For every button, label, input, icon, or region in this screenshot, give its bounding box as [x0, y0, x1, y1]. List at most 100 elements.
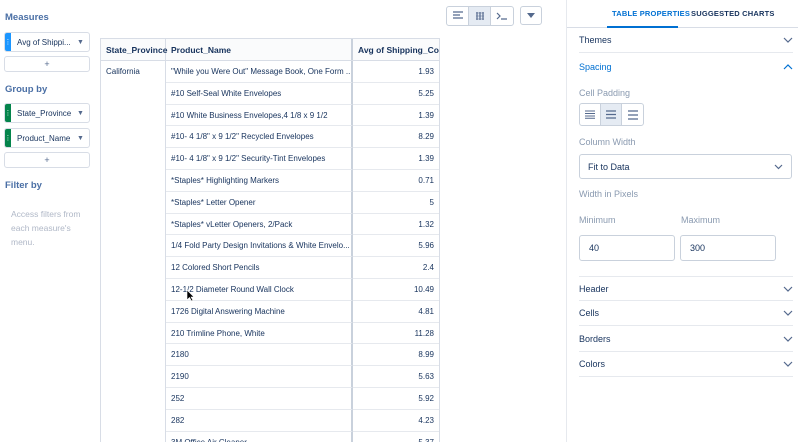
product-name-cell: 1/4 Fold Party Design Invitations & Whit… — [166, 235, 353, 258]
chevron-down-icon — [783, 336, 793, 342]
properties-panel: TABLE PROPERTIES SUGGESTED CHARTS Themes… — [566, 0, 798, 442]
state-cell — [101, 191, 166, 214]
add-measure-button[interactable]: + — [4, 56, 90, 72]
chevron-down-icon[interactable]: ▼ — [77, 135, 89, 142]
shipping-cost-cell: 8.29 — [353, 126, 439, 149]
product-name-cell: #10 Self-Seal White Envelopes — [166, 82, 353, 105]
mouse-cursor-icon — [186, 289, 195, 302]
console-icon[interactable] — [491, 7, 513, 25]
chevron-down-icon — [783, 310, 793, 316]
padding-compact-icon[interactable] — [580, 104, 601, 125]
state-cell — [101, 169, 166, 192]
product-name-cell: 252 — [166, 387, 353, 410]
section-label: Colors — [579, 359, 606, 369]
tab-table-properties[interactable]: TABLE PROPERTIES — [612, 9, 690, 18]
padding-comfy-icon[interactable] — [622, 104, 643, 125]
table-row: *Staples* Letter Opener 5 — [101, 191, 439, 214]
cell-padding-toggle — [579, 103, 644, 126]
product-name-cell: 12 Colored Short Pencils — [166, 257, 353, 279]
table-row: 12-1/2 Diameter Round Wall Clock 10.49 — [101, 278, 439, 301]
table-body: California "While you Were Out" Message B… — [101, 61, 439, 442]
product-name-cell: 210 Trimline Phone, White — [166, 322, 353, 345]
column-header[interactable]: State_Province — [101, 39, 167, 60]
chevron-down-icon[interactable]: ▼ — [77, 39, 89, 46]
column-width-select[interactable]: Fit to Data — [579, 154, 792, 179]
state-cell — [101, 82, 166, 105]
section-borders[interactable]: Borders — [579, 327, 793, 352]
add-group-button[interactable]: + — [4, 152, 90, 168]
table-row: 12 Colored Short Pencils 2.4 — [101, 257, 439, 279]
chevron-down-icon — [783, 286, 793, 292]
cell-padding-label: Cell Padding — [579, 88, 631, 98]
shipping-cost-cell: 5.25 — [353, 83, 439, 105]
shipping-cost-cell: 5 — [353, 192, 439, 214]
column-header[interactable]: Avg of Shipping_Cost — [353, 39, 439, 60]
shipping-cost-cell: 1.93 — [353, 61, 439, 83]
shipping-cost-cell: 4.23 — [353, 410, 439, 432]
table-row: #10- 4 1/8" x 9 1/2" Recycled Envelopes 8… — [101, 126, 439, 149]
shipping-cost-cell: 5.92 — [353, 388, 439, 410]
maximum-label: Maximum — [681, 215, 721, 225]
state-cell — [101, 213, 166, 236]
chevron-up-icon — [783, 63, 793, 69]
product-name-cell: #10 White Business Envelopes,4 1/8 x 9 1… — [166, 104, 353, 127]
table-row: 282 4.23 — [101, 409, 439, 432]
shipping-cost-cell: 5.96 — [353, 235, 439, 258]
measure-pill[interactable]: ⋮ Avg of Shippi... ▼ — [4, 32, 90, 52]
state-cell — [101, 104, 166, 127]
state-cell — [101, 126, 166, 149]
state-cell — [101, 148, 166, 170]
column-width-label: Column Width — [579, 137, 636, 147]
chevron-down-icon[interactable]: ▼ — [77, 110, 89, 117]
table-row: 1726 Digital Answering Machine 4.81 — [101, 300, 439, 323]
shipping-cost-cell: 1.39 — [353, 105, 439, 127]
properties-tabs: TABLE PROPERTIES SUGGESTED CHARTS — [567, 0, 798, 28]
shipping-cost-cell: 11.28 — [353, 323, 439, 345]
measures-title: Measures — [5, 12, 49, 23]
section-cells[interactable]: Cells — [579, 301, 793, 326]
data-table: State_Province Product_Name Avg of Shipp… — [100, 38, 440, 442]
tab-suggested-charts[interactable]: SUGGESTED CHARTS — [691, 9, 775, 18]
column-width-value: Fit to Data — [588, 161, 630, 172]
padding-default-icon[interactable] — [601, 104, 622, 125]
product-name-cell: *Staples* Highlighting Markers — [166, 169, 353, 192]
table-row: 2180 8.99 — [101, 344, 439, 367]
section-colors[interactable]: Colors — [579, 352, 793, 377]
table-header: State_Province Product_Name Avg of Shipp… — [101, 39, 439, 61]
table-row: 252 5.92 — [101, 387, 439, 410]
shipping-cost-cell: 10.49 — [353, 279, 439, 301]
chevron-down-icon — [783, 37, 793, 43]
section-label: Borders — [579, 334, 611, 344]
section-label: Themes — [579, 35, 612, 45]
left-panel: Measures ⋮ Avg of Shippi... ▼ + Group by… — [0, 0, 96, 442]
product-name-cell: *Staples* Letter Opener — [166, 191, 353, 214]
shipping-cost-cell: 1.32 — [353, 214, 439, 236]
product-name-cell: 282 — [166, 409, 353, 432]
group-pill-product[interactable]: ⋮ Product_Name ▼ — [4, 128, 90, 148]
section-spacing[interactable]: Spacing — [579, 54, 793, 79]
maximum-width-input[interactable]: 300 — [680, 235, 776, 261]
column-icon[interactable] — [469, 7, 491, 25]
group-pill-state[interactable]: ⋮ State_Province ▼ — [4, 103, 90, 123]
section-label: Header — [579, 283, 609, 294]
text-align-icon[interactable] — [447, 7, 469, 25]
column-header[interactable]: Product_Name — [166, 39, 353, 60]
view-toggle-group — [446, 6, 514, 26]
state-cell — [101, 344, 166, 367]
table-row: *Staples* Highlighting Markers 0.71 — [101, 169, 439, 192]
group-pill-label: State_Province — [17, 108, 72, 118]
chevron-down-icon — [783, 361, 793, 367]
minimum-width-input[interactable]: 40 — [579, 235, 675, 261]
state-cell — [101, 322, 166, 345]
section-themes[interactable]: Themes — [579, 28, 793, 53]
shipping-cost-cell: 5.63 — [353, 366, 439, 388]
table-row: 1/4 Fold Party Design Invitations & Whit… — [101, 235, 439, 258]
minimum-label: Minimum — [579, 215, 616, 225]
shipping-cost-cell: 2.4 — [353, 257, 439, 279]
dropdown-icon[interactable] — [520, 6, 542, 25]
state-cell — [101, 409, 166, 432]
state-cell — [101, 257, 166, 279]
state-cell — [101, 278, 166, 301]
product-name-cell: #10- 4 1/8" x 9 1/2" Security-Tint Envel… — [166, 148, 353, 170]
section-header[interactable]: Header — [579, 276, 793, 301]
